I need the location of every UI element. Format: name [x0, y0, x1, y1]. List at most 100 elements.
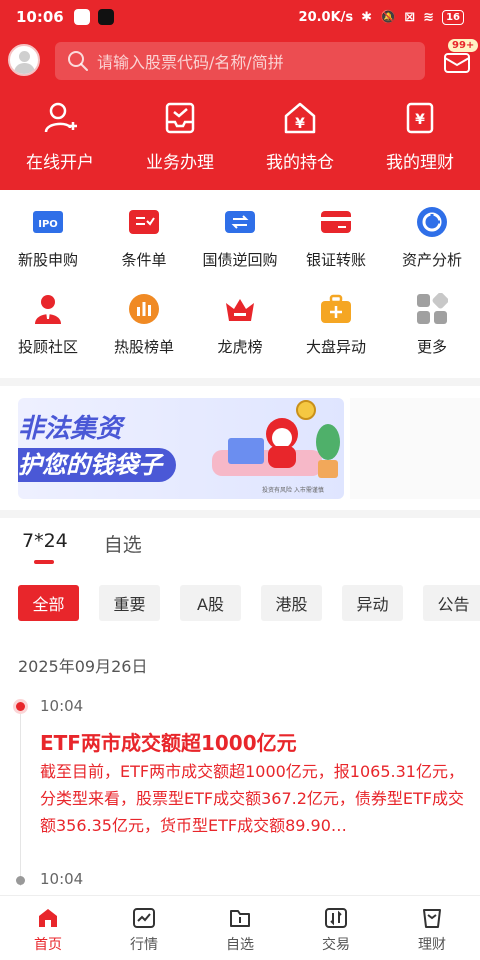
top-nav-label: 业务办理	[146, 153, 214, 173]
news-title[interactable]: ETF两市成交额超1000亿元	[40, 727, 297, 756]
nav-watchlist[interactable]: 自选	[192, 896, 288, 960]
search-icon	[68, 51, 88, 71]
net-speed: 20.0K/s	[298, 9, 354, 25]
avatar[interactable]	[8, 44, 40, 76]
tiktok-icon	[97, 9, 114, 25]
grid-item-more[interactable]: 更多	[384, 292, 480, 379]
nav-wealth[interactable]: 理财	[384, 896, 480, 960]
news-time: 10:04	[40, 697, 84, 715]
grid-label: 投顾社区	[17, 338, 78, 356]
function-grid: IPO 新股申购 条件单 国债逆回购 银证转账 资产分析 投顾社区 热股榜单 龙…	[0, 205, 480, 379]
grid-item-condition-order[interactable]: 条件单	[96, 205, 192, 292]
watchlist-icon	[230, 910, 250, 927]
grid-label: 热股榜单	[113, 338, 174, 356]
news-body[interactable]: 截至目前，ETF两市成交额超1000亿元，报1065.31亿元，分类型来看，股票…	[40, 758, 470, 839]
notification-app-icon	[73, 9, 90, 25]
status-bar: 10:06 20.0K/s ✱ 🔕 ⊠ ≋ 16	[0, 0, 480, 34]
advisor-icon	[35, 295, 61, 324]
wifi-icon: ≋	[423, 9, 435, 25]
hot-stocks-icon	[129, 294, 159, 324]
filter-hk[interactable]: 港股	[261, 585, 322, 621]
mute-icon: 🔕	[380, 9, 397, 25]
filter-all[interactable]: 全部	[18, 585, 79, 621]
grid-label: 新股申购	[17, 251, 78, 269]
timeline-dot	[16, 876, 25, 885]
grid-item-bank-transfer[interactable]: 银证转账	[288, 205, 384, 292]
divider	[0, 378, 480, 386]
wealth-icon	[423, 909, 441, 928]
nav-label: 交易	[322, 937, 350, 953]
bottom-nav: 首页 行情 自选 交易 理财	[0, 895, 480, 960]
grid-item-ipo[interactable]: IPO 新股申购	[0, 205, 96, 292]
banner-line-2: 护您的钱袋子	[18, 448, 176, 482]
crown-icon	[226, 299, 254, 321]
grid-label: 龙虎榜	[217, 338, 263, 356]
grid-item-asset-analysis[interactable]: 资产分析	[384, 205, 480, 292]
status-time: 10:06	[16, 8, 64, 26]
filter-a-share[interactable]: A股	[180, 585, 241, 621]
promo-banner[interactable]: 非法集资 护您的钱袋子 投资有风险 入市需谨慎	[18, 398, 344, 499]
pie-chart-icon	[417, 207, 447, 237]
filter-important[interactable]: 重要	[99, 585, 160, 621]
top-nav: 在线开户 业务办理 ¥ 我的持仓 ¥ 我的理财	[0, 100, 480, 173]
timeline-line	[20, 706, 21, 886]
bluetooth-icon: ✱	[361, 9, 373, 25]
top-nav-holdings[interactable]: ¥ 我的持仓	[240, 100, 360, 173]
filter-chips: 全部 重要 A股 港股 异动 公告	[18, 585, 480, 621]
tab-watchlist[interactable]: 自选	[104, 530, 142, 557]
nav-home[interactable]: 首页	[0, 896, 96, 960]
yen-house-icon: ¥	[284, 102, 316, 134]
market-icon	[133, 908, 155, 928]
grid-label: 国债逆回购	[202, 251, 278, 269]
nav-label: 首页	[34, 937, 62, 953]
trade-icon	[325, 908, 347, 928]
grid-item-market-movers[interactable]: 大盘异动	[288, 292, 384, 379]
banner-next[interactable]	[350, 398, 480, 499]
more-grid-icon	[417, 293, 448, 324]
svg-text:¥: ¥	[415, 112, 425, 128]
grid-label: 更多	[416, 338, 447, 356]
top-nav-wealth[interactable]: ¥ 我的理财	[360, 100, 480, 173]
repo-icon	[225, 211, 255, 233]
grid-item-hot-stocks[interactable]: 热股榜单	[96, 292, 192, 379]
risk-disclaimer: 投资有风险 入市需谨慎	[262, 487, 324, 494]
message-badge: 99+	[447, 38, 480, 53]
grid-label: 条件单	[121, 251, 167, 269]
timeline-dot	[16, 702, 25, 711]
top-nav-label: 我的持仓	[266, 153, 334, 173]
filter-movers[interactable]: 异动	[342, 585, 403, 621]
grid-label: 大盘异动	[305, 338, 366, 356]
search-placeholder: 请输入股票代码/名称/简拼	[97, 53, 284, 72]
grid-label: 资产分析	[401, 251, 462, 269]
top-nav-label: 在线开户	[26, 153, 94, 173]
header: 10:06 20.0K/s ✱ 🔕 ⊠ ≋ 16 请输入股票代码/名称/简拼 9…	[0, 0, 480, 190]
top-nav-business[interactable]: 业务办理	[120, 100, 240, 173]
grid-item-dragon-tiger[interactable]: 龙虎榜	[192, 292, 288, 379]
nav-label: 行情	[130, 937, 158, 953]
briefcase-icon	[321, 294, 351, 323]
home-icon	[39, 909, 57, 927]
nav-label: 理财	[418, 937, 446, 953]
inbox-check-icon	[165, 102, 195, 134]
feed-date: 2025年09月26日	[18, 657, 148, 676]
bank-transfer-icon	[321, 211, 351, 233]
top-nav-open-account[interactable]: 在线开户	[0, 100, 120, 173]
battery-icon: 16	[442, 9, 464, 25]
add-user-icon	[44, 102, 77, 133]
svg-text:IPO: IPO	[38, 219, 58, 230]
mascot-illustration	[212, 400, 340, 478]
search-input[interactable]: 请输入股票代码/名称/简拼	[55, 42, 425, 80]
condition-order-icon	[129, 210, 159, 234]
feed-tabs: 7*24 自选	[0, 530, 480, 564]
grid-item-repo[interactable]: 国债逆回购	[192, 205, 288, 292]
filter-announcement[interactable]: 公告	[423, 585, 480, 621]
grid-item-advisor[interactable]: 投顾社区	[0, 292, 96, 379]
divider	[0, 510, 480, 518]
ipo-icon: IPO	[33, 211, 63, 233]
yen-bag-icon: ¥	[406, 102, 434, 134]
tab-7x24[interactable]: 7*24	[22, 530, 68, 564]
nav-label: 自选	[226, 937, 254, 953]
nav-trade[interactable]: 交易	[288, 896, 384, 960]
nav-market[interactable]: 行情	[96, 896, 192, 960]
sim-icon: ⊠	[404, 9, 416, 25]
